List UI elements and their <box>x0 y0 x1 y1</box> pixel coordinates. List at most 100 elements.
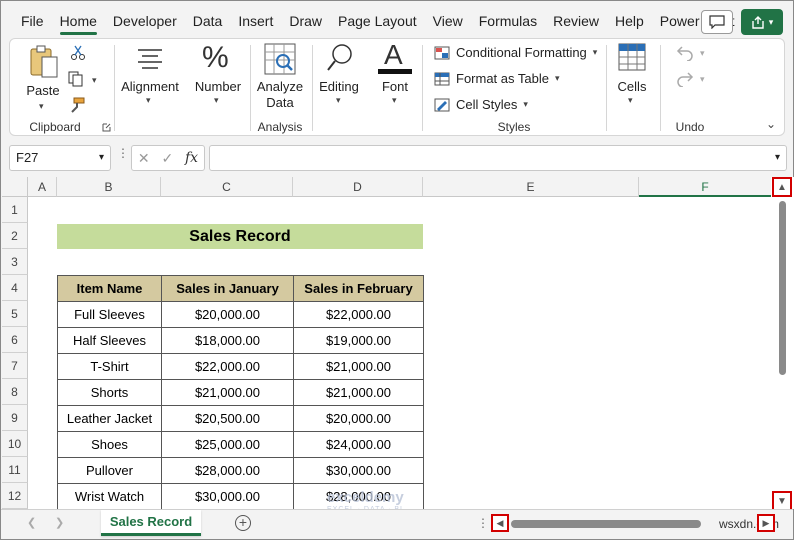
worksheet-grid[interactable]: A B C D E F 1 2 3 4 5 6 7 8 9 10 11 12 S… <box>2 177 794 509</box>
table-cell[interactable]: $20,000.00 <box>161 301 294 328</box>
column-header-a[interactable]: A <box>28 177 57 197</box>
table-cell[interactable]: $22,000.00 <box>161 353 294 380</box>
select-all-corner[interactable] <box>2 177 28 197</box>
tab-draw[interactable]: Draw <box>281 1 330 39</box>
tab-home[interactable]: Home <box>52 1 105 39</box>
conditional-formatting-button[interactable]: Conditional Formatting ▾ <box>434 45 597 60</box>
cell-styles-button[interactable]: Cell Styles ▾ <box>434 97 528 112</box>
splitter-icon[interactable]: ⋮ <box>477 516 489 530</box>
tab-insert[interactable]: Insert <box>230 1 281 39</box>
formula-input[interactable]: ▾ <box>209 145 787 171</box>
tab-page-layout[interactable]: Page Layout <box>330 1 425 39</box>
table-cell[interactable]: $19,000.00 <box>293 327 424 354</box>
column-header-d[interactable]: D <box>293 177 423 197</box>
tab-help[interactable]: Help <box>607 1 652 39</box>
vertical-scroll-thumb[interactable] <box>779 201 786 375</box>
column-header-c[interactable]: C <box>161 177 293 197</box>
row-header[interactable]: 1 <box>2 197 28 223</box>
table-cell[interactable]: $21,000.00 <box>293 379 424 406</box>
cancel-icon[interactable]: ✕ <box>138 150 150 167</box>
enter-icon[interactable]: ✓ <box>161 150 173 167</box>
table-cell[interactable]: $28,000.00 <box>161 457 294 484</box>
table-cell[interactable]: T-Shirt <box>57 353 162 380</box>
table-cell[interactable]: $20,000.00 <box>293 405 424 432</box>
cut-icon[interactable] <box>70 45 86 61</box>
tab-file[interactable]: File <box>13 1 52 39</box>
column-header-f[interactable]: F <box>639 177 772 197</box>
number-group[interactable]: % Number ▾ <box>188 39 248 137</box>
add-sheet-button[interactable]: + <box>235 515 251 531</box>
next-sheet-icon[interactable]: ❯ <box>55 516 64 529</box>
column-header-e[interactable]: E <box>423 177 639 197</box>
tab-formulas[interactable]: Formulas <box>471 1 545 39</box>
table-cell[interactable]: $30,000.00 <box>161 483 294 509</box>
row-header[interactable]: 6 <box>2 327 28 353</box>
editing-group[interactable]: Editing ▾ <box>314 39 364 137</box>
prev-sheet-icon[interactable]: ❮ <box>27 516 36 529</box>
table-cell[interactable]: Shoes <box>57 431 162 458</box>
redo-icon[interactable] <box>676 71 694 87</box>
row-header[interactable]: 2 <box>2 223 28 249</box>
tab-developer[interactable]: Developer <box>105 1 185 39</box>
table-header-cell[interactable]: Sales in February <box>293 275 424 302</box>
table-cell[interactable]: $21,000.00 <box>293 353 424 380</box>
scroll-up-button[interactable]: ▲ <box>772 177 792 197</box>
horizontal-scroll-thumb[interactable] <box>511 520 701 528</box>
row-header[interactable]: 7 <box>2 353 28 379</box>
table-cell[interactable]: $20,500.00 <box>161 405 294 432</box>
more-options-icon[interactable]: ⋮ <box>117 147 129 159</box>
table-row: T-Shirt $22,000.00 $21,000.00 <box>57 353 424 380</box>
table-cell[interactable]: Pullover <box>57 457 162 484</box>
table-cell[interactable]: Half Sleeves <box>57 327 162 354</box>
vertical-scrollbar[interactable]: ▲ ▼ <box>771 177 793 511</box>
row-header[interactable]: 5 <box>2 301 28 327</box>
name-box[interactable]: F27 ▾ <box>9 145 111 171</box>
comments-button[interactable] <box>701 10 733 34</box>
tab-view[interactable]: View <box>425 1 471 39</box>
ribbon-divider <box>312 45 313 131</box>
copy-icon[interactable] <box>68 71 86 87</box>
table-header-cell[interactable]: Item Name <box>57 275 162 302</box>
column-header-b[interactable]: B <box>57 177 161 197</box>
ribbon-options-icon[interactable]: ⌄ <box>766 117 776 131</box>
font-label: Font <box>381 79 408 94</box>
scroll-down-button[interactable]: ▼ <box>772 491 792 511</box>
format-as-table-button[interactable]: Format as Table ▾ <box>434 71 560 86</box>
scroll-left-button[interactable]: ◀ <box>491 514 509 532</box>
sheet-tab-sales-record[interactable]: Sales Record <box>101 510 201 536</box>
cells-group[interactable]: Cells ▾ <box>608 39 656 137</box>
row-header[interactable]: 12 <box>2 483 28 509</box>
table-cell[interactable]: Leather Jacket <box>57 405 162 432</box>
row-header[interactable]: 3 <box>2 249 28 275</box>
dialog-launcher-icon[interactable] <box>102 123 111 132</box>
scroll-right-button[interactable]: ▶ <box>757 514 775 532</box>
undo-icon[interactable] <box>676 45 694 61</box>
table-cell[interactable]: $25,000.00 <box>161 431 294 458</box>
alignment-group[interactable]: Alignment ▾ <box>116 39 184 137</box>
table-cell[interactable]: Shorts <box>57 379 162 406</box>
table-cell[interactable]: Wrist Watch <box>57 483 162 509</box>
table-cell[interactable]: $30,000.00 <box>293 457 424 484</box>
table-cell[interactable]: Full Sleeves <box>57 301 162 328</box>
sheet-title-cell[interactable]: Sales Record <box>57 224 423 249</box>
styles-group: Conditional Formatting ▾ Format as Table… <box>424 39 604 137</box>
row-header[interactable]: 9 <box>2 405 28 431</box>
table-cell[interactable]: $24,000.00 <box>293 431 424 458</box>
row-header[interactable]: 10 <box>2 431 28 457</box>
row-header[interactable]: 4 <box>2 275 28 301</box>
font-group[interactable]: A Font ▾ <box>370 39 420 137</box>
row-header[interactable]: 11 <box>2 457 28 483</box>
row-header[interactable]: 8 <box>2 379 28 405</box>
paste-button[interactable]: Paste ▾ <box>22 45 64 113</box>
share-button[interactable]: ▾ <box>741 9 783 35</box>
tab-data[interactable]: Data <box>185 1 231 39</box>
percent-icon: % <box>202 41 229 74</box>
table-cell[interactable]: $21,000.00 <box>161 379 294 406</box>
insert-function-icon[interactable]: fx <box>185 150 198 166</box>
analyze-data-button[interactable]: Analyze Data <box>252 43 308 113</box>
tab-review[interactable]: Review <box>545 1 607 39</box>
format-painter-icon[interactable] <box>68 97 86 113</box>
table-cell[interactable]: $22,000.00 <box>293 301 424 328</box>
table-header-cell[interactable]: Sales in January <box>161 275 294 302</box>
table-cell[interactable]: $18,000.00 <box>161 327 294 354</box>
